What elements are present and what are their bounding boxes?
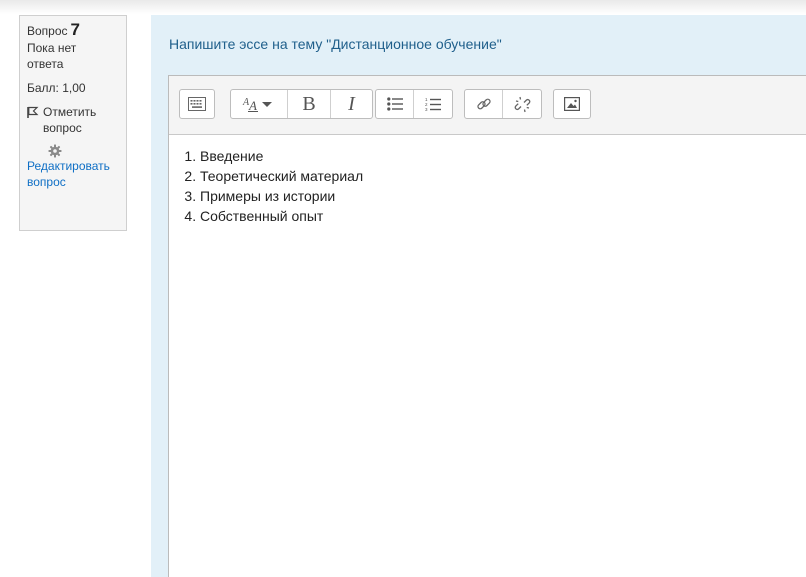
- flag-label-line1: Отметить: [43, 105, 97, 119]
- edit-label-line2: вопрос: [27, 175, 66, 189]
- list-item: Введение: [200, 146, 806, 166]
- unlink-button[interactable]: [503, 90, 541, 118]
- edit-label-line1: Редактировать: [27, 159, 110, 173]
- list-item: Собственный опыт: [200, 206, 806, 226]
- insert-image-button[interactable]: [554, 90, 590, 118]
- toolbar-group-collapse: [179, 89, 215, 119]
- question-state: Пока нет ответа: [27, 40, 126, 72]
- show-more-buttons-button[interactable]: [180, 90, 214, 118]
- question-text: Напишите эссе на тему "Дистанционное обу…: [169, 36, 502, 52]
- list-item: Теоретический материал: [200, 166, 806, 186]
- toolbar-group-media: [553, 89, 591, 119]
- answer-ordered-list: ВведениеТеоретический материалПримеры из…: [182, 146, 806, 226]
- link-icon: [476, 98, 491, 110]
- editor-content-area[interactable]: ВведениеТеоретический материалПримеры из…: [169, 135, 806, 226]
- unordered-list-button[interactable]: [376, 90, 414, 118]
- question-content: Напишите эссе на тему "Дистанционное обу…: [151, 15, 806, 577]
- list-item: Примеры из истории: [200, 186, 806, 206]
- svg-text:3: 3: [425, 107, 428, 112]
- top-shadow: [0, 0, 806, 14]
- question-state-line1: Пока нет: [27, 41, 77, 55]
- image-icon: [564, 97, 580, 111]
- question-info-panel: Вопрос 7 Пока нет ответа Балл: 1,00 Отме…: [19, 15, 127, 231]
- toolbar-group-lists: 123: [375, 89, 453, 119]
- gear-icon: [48, 144, 62, 158]
- italic-label: I: [348, 92, 355, 115]
- toolbar-group-style: A A B I: [230, 89, 373, 119]
- question-number-value: 7: [70, 20, 80, 39]
- bullet-list-icon: [386, 97, 403, 111]
- question-label: Вопрос: [27, 24, 68, 38]
- question-number: Вопрос 7: [27, 20, 126, 39]
- numbered-list-icon: 123: [425, 97, 441, 112]
- paragraph-styles-button[interactable]: A A: [231, 90, 288, 118]
- bold-button[interactable]: B: [288, 90, 331, 118]
- ordered-list-button[interactable]: 123: [414, 90, 452, 118]
- link-button[interactable]: [465, 90, 503, 118]
- editor-toolbar: A A B I 1 2 3: [169, 76, 806, 135]
- flag-question-toggle[interactable]: Отметить вопрос: [27, 104, 126, 136]
- bold-label: B: [302, 92, 316, 115]
- svg-text:A: A: [248, 98, 257, 113]
- toolbar-group-links: [464, 89, 542, 119]
- keyboard-icon: [188, 97, 206, 111]
- question-state-line2: ответа: [27, 57, 64, 71]
- flag-label-line2: вопрос: [43, 121, 82, 135]
- flag-icon: [27, 106, 39, 118]
- essay-editor[interactable]: A A B I 1 2 3 1. Введение 2. Теоретическ…: [168, 75, 806, 577]
- question-grade: Балл: 1,00: [27, 81, 86, 95]
- font-style-icon: A A: [242, 97, 272, 113]
- italic-button[interactable]: I: [331, 90, 372, 118]
- unlink-icon: [514, 96, 530, 112]
- edit-question-link[interactable]: Редактировать вопрос: [27, 144, 126, 190]
